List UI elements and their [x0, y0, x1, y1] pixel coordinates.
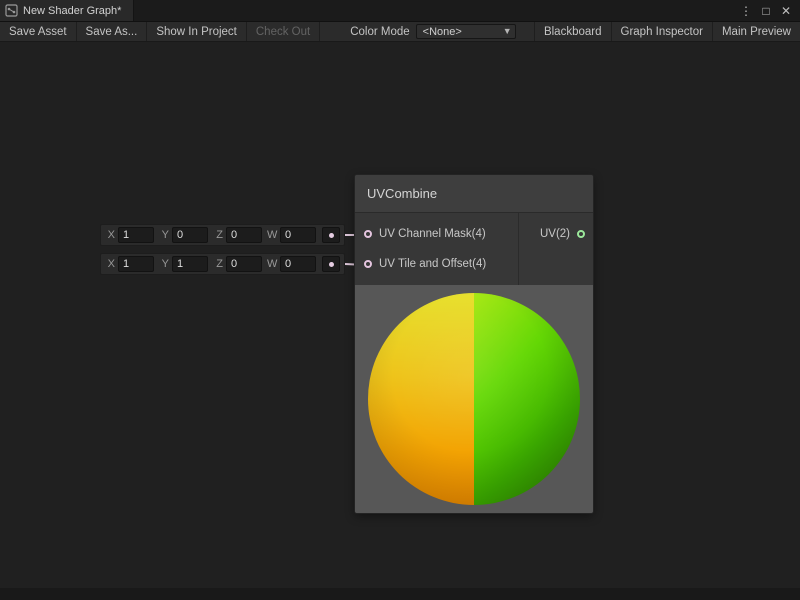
window-bottom-edge [0, 588, 800, 600]
shader-graph-toolbar: Save Asset Save As... Show In Project Ch… [0, 21, 800, 42]
w-value-field[interactable] [280, 256, 316, 272]
y-value-field[interactable] [172, 256, 208, 272]
blackboard-toggle-button[interactable]: Blackboard [534, 22, 611, 41]
y-value-field[interactable] [172, 227, 208, 243]
x-value-field[interactable] [118, 227, 154, 243]
vector4-port-icon[interactable] [364, 230, 372, 238]
graph-inspector-toggle-button[interactable]: Graph Inspector [611, 22, 712, 41]
output-port-uv[interactable]: UV(2) [519, 219, 593, 249]
tab-new-shader-graph[interactable]: New Shader Graph* [0, 0, 134, 21]
titlebar: New Shader Graph* ⋮ □ ✕ [0, 0, 800, 21]
axis-label-x: X [105, 229, 115, 241]
maximize-icon[interactable]: □ [758, 3, 774, 19]
port-label: UV Tile and Offset(4) [379, 258, 486, 270]
shader-graph-icon [5, 4, 18, 17]
widget-port-stub[interactable] [322, 227, 340, 243]
widget-port-stub[interactable] [322, 256, 340, 272]
chevron-down-icon: ▼ [503, 27, 512, 36]
z-value-field[interactable] [226, 227, 262, 243]
close-icon[interactable]: ✕ [778, 3, 794, 19]
node-title[interactable]: UVCombine [355, 175, 593, 213]
output-ports: UV(2) [518, 213, 593, 285]
check-out-button: Check Out [247, 22, 320, 41]
color-mode-selected-value: <None> [423, 26, 462, 38]
axis-label-w: W [267, 258, 277, 270]
vector4-widget-row-1: X Y Z W [100, 224, 345, 246]
x-value-field[interactable] [118, 256, 154, 272]
color-mode-label: Color Mode [350, 26, 409, 38]
vector4-widget-row-2: X Y Z W [100, 253, 345, 275]
uv-preview-sphere [368, 293, 580, 505]
port-dot-icon [329, 262, 334, 267]
color-mode-group: Color Mode <None> ▼ [350, 22, 515, 41]
input-ports: UV Channel Mask(4) UV Tile and Offset(4) [355, 213, 518, 285]
show-in-project-button[interactable]: Show In Project [147, 22, 247, 41]
color-mode-dropdown[interactable]: <None> ▼ [416, 24, 516, 39]
port-dot-icon [329, 233, 334, 238]
axis-label-z: Z [213, 229, 223, 241]
toolbar-right-group: Blackboard Graph Inspector Main Preview [534, 22, 800, 41]
input-port-uv-tile-and-offset[interactable]: UV Tile and Offset(4) [355, 249, 518, 279]
tab-title: New Shader Graph* [23, 5, 121, 17]
z-value-field[interactable] [226, 256, 262, 272]
uvcombine-node[interactable]: UVCombine UV Channel Mask(4) UV Tile and… [355, 175, 593, 513]
vector2-port-icon[interactable] [577, 230, 585, 238]
port-label: UV Channel Mask(4) [379, 228, 486, 240]
vector4-port-icon[interactable] [364, 260, 372, 268]
axis-label-x: X [105, 258, 115, 270]
axis-label-y: Y [159, 258, 169, 270]
w-value-field[interactable] [280, 227, 316, 243]
port-label: UV(2) [540, 228, 570, 240]
axis-label-z: Z [213, 258, 223, 270]
axis-label-y: Y [159, 229, 169, 241]
save-asset-button[interactable]: Save Asset [0, 22, 77, 41]
window-menu-icon[interactable]: ⋮ [738, 3, 754, 19]
window-controls: ⋮ □ ✕ [738, 0, 800, 21]
node-preview [355, 285, 593, 513]
main-preview-toggle-button[interactable]: Main Preview [712, 22, 800, 41]
input-port-uv-channel-mask[interactable]: UV Channel Mask(4) [355, 219, 518, 249]
node-port-section: UV Channel Mask(4) UV Tile and Offset(4)… [355, 213, 593, 285]
axis-label-w: W [267, 229, 277, 241]
save-as-button[interactable]: Save As... [77, 22, 148, 41]
